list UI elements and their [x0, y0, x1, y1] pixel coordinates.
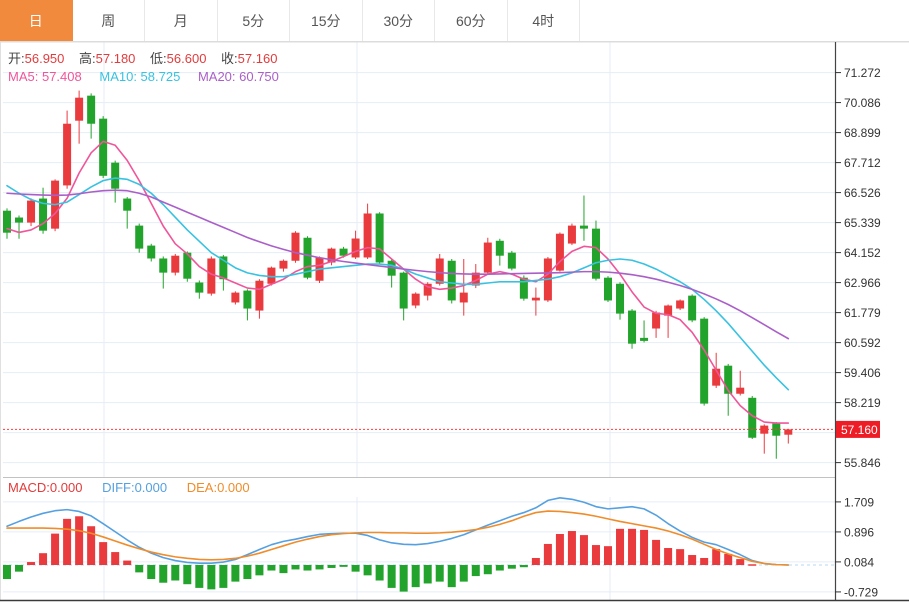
chart-area[interactable]: 71.272 70.086 68.899 67.712 66.526 65.339 64.1…: [0, 0, 909, 605]
svg-text:59.406: 59.406: [844, 366, 881, 380]
kline-chart-svg[interactable]: 71.272 70.086 68.899 67.712 66.526 65.339 64.1…: [0, 0, 909, 605]
svg-text:71.272: 71.272: [844, 66, 881, 80]
svg-text:62.966: 62.966: [844, 276, 881, 290]
svg-text:58.219: 58.219: [844, 396, 881, 410]
svg-text:-0.729: -0.729: [844, 585, 878, 599]
svg-text:55.846: 55.846: [844, 456, 881, 470]
svg-text:67.712: 67.712: [844, 156, 881, 170]
current-price-badge: 57.160: [841, 423, 878, 437]
svg-text:64.152: 64.152: [844, 246, 881, 260]
svg-text:61.779: 61.779: [844, 306, 881, 320]
svg-text:0.896: 0.896: [844, 525, 874, 539]
svg-text:66.526: 66.526: [844, 186, 881, 200]
svg-text:1.709: 1.709: [844, 495, 874, 509]
kline-widget: 日 周 月 5分 15分 30分 60分 4时 71.272 70.086 68.8…: [0, 0, 909, 605]
svg-text:70.086: 70.086: [844, 96, 881, 110]
svg-text:60.592: 60.592: [844, 336, 881, 350]
svg-text:0.084: 0.084: [844, 555, 874, 569]
svg-text:65.339: 65.339: [844, 216, 881, 230]
svg-text:68.899: 68.899: [844, 126, 881, 140]
